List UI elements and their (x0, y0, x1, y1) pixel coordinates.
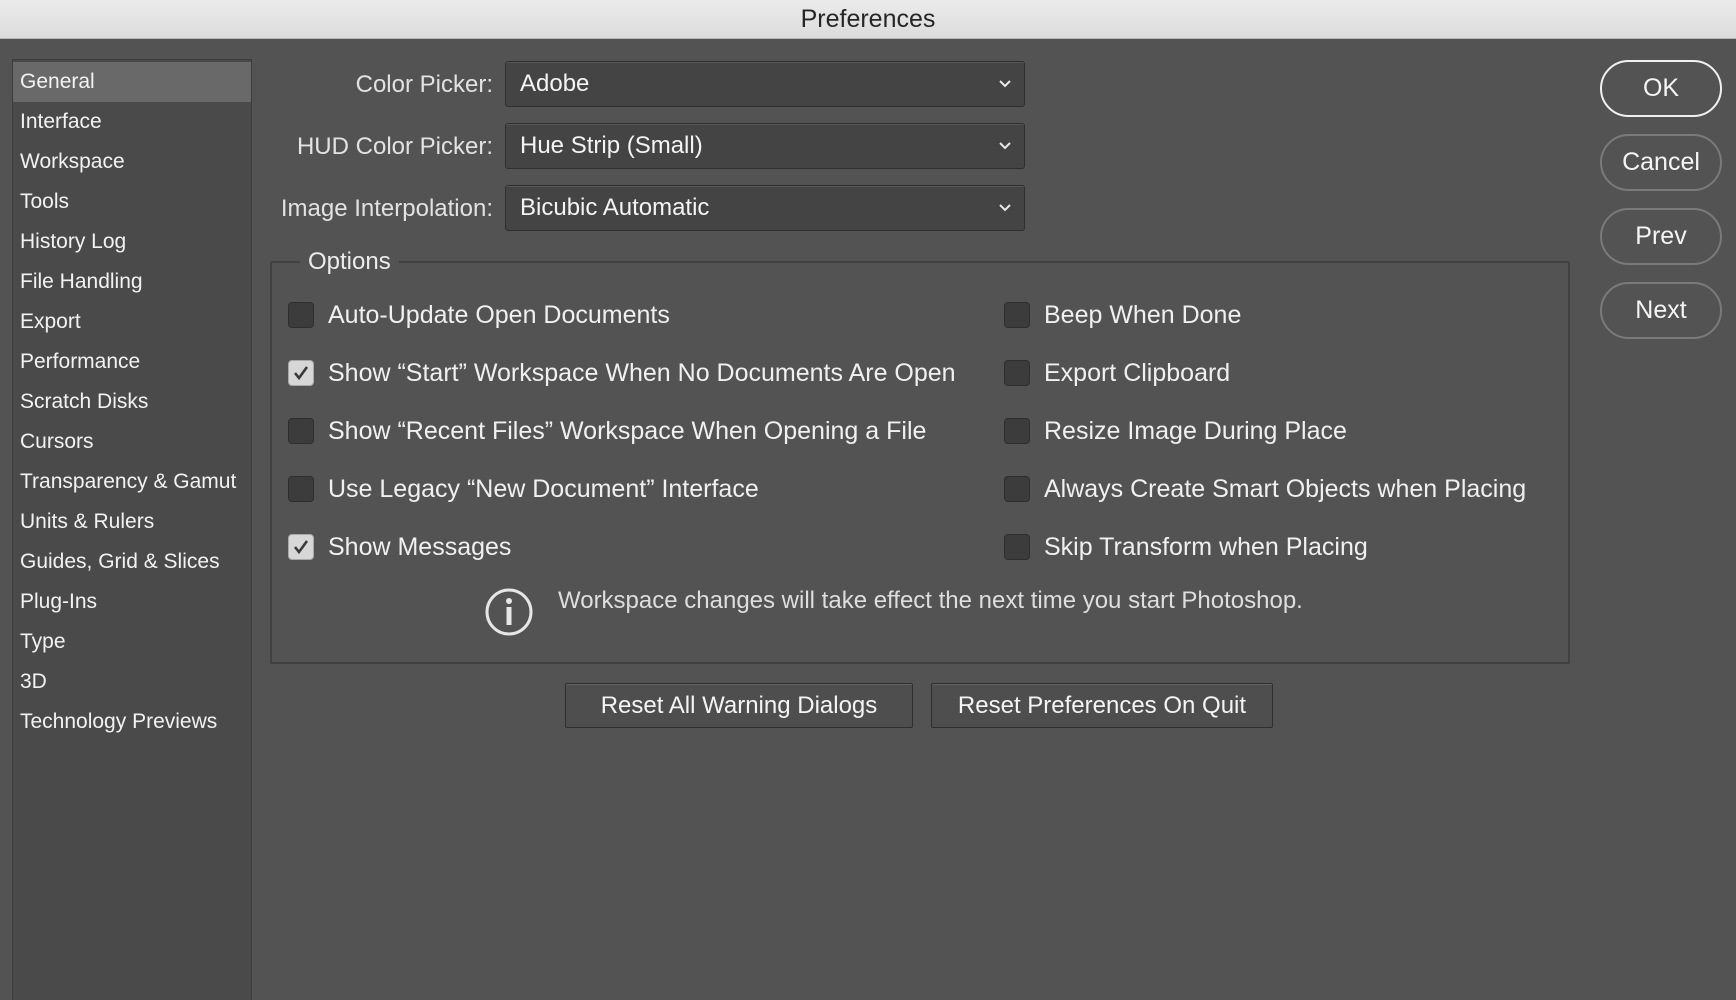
sidebar-item-history-log[interactable]: History Log (13, 222, 251, 262)
checkbox-label: Always Create Smart Objects when Placing (1044, 474, 1527, 503)
checkbox-unchecked[interactable] (288, 476, 314, 502)
checkbox-label: Use Legacy “New Document” Interface (328, 474, 759, 503)
info-circle-icon (485, 588, 533, 636)
use-legacy-new-document-checkbox[interactable]: Use Legacy “New Document” Interface (288, 469, 759, 509)
hud-color-picker-select[interactable]: Hue Strip (Small) (505, 123, 1025, 169)
sidebar-item-tools[interactable]: Tools (13, 182, 251, 222)
sidebar-item-performance[interactable]: Performance (13, 342, 251, 382)
chevron-down-icon (999, 80, 1011, 88)
beep-when-done-checkbox[interactable]: Beep When Done (1004, 295, 1241, 335)
chevron-down-icon (999, 204, 1011, 212)
sidebar-item-cursors[interactable]: Cursors (13, 422, 251, 462)
preferences-sidebar: General Interface Workspace Tools Histor… (12, 59, 252, 1000)
show-messages-checkbox[interactable]: Show Messages (288, 527, 511, 567)
checkbox-label: Show Messages (328, 532, 512, 561)
hud-color-picker-label: HUD Color Picker: (296, 133, 493, 160)
ok-button[interactable]: OK (1600, 60, 1722, 117)
reset-preferences-on-quit-button[interactable]: Reset Preferences On Quit (931, 683, 1273, 728)
checkbox-label: Show “Recent Files” Workspace When Openi… (328, 416, 927, 445)
sidebar-item-guides-grid-slices[interactable]: Guides, Grid & Slices (13, 542, 251, 582)
export-clipboard-checkbox[interactable]: Export Clipboard (1004, 353, 1230, 393)
checkbox-unchecked[interactable] (1004, 360, 1030, 386)
checkbox-label: Resize Image During Place (1044, 416, 1347, 445)
checkbox-label: Show “Start” Workspace When No Documents… (328, 358, 956, 387)
sidebar-item-technology-previews[interactable]: Technology Previews (13, 702, 251, 742)
sidebar-item-3d[interactable]: 3D (13, 662, 251, 702)
always-create-smart-objects-checkbox[interactable]: Always Create Smart Objects when Placing (1004, 469, 1526, 509)
checkmark-icon (293, 540, 309, 555)
checkbox-unchecked[interactable] (288, 418, 314, 444)
sidebar-item-export[interactable]: Export (13, 302, 251, 342)
options-title: Options (300, 246, 399, 278)
sidebar-item-units-rulers[interactable]: Units & Rulers (13, 502, 251, 542)
color-picker-value: Adobe (520, 70, 590, 97)
checkbox-unchecked[interactable] (1004, 418, 1030, 444)
sidebar-item-type[interactable]: Type (13, 622, 251, 662)
checkbox-unchecked[interactable] (1004, 302, 1030, 328)
sidebar-item-general[interactable]: General (13, 62, 251, 102)
checkbox-checked[interactable] (288, 360, 314, 386)
show-start-workspace-checkbox[interactable]: Show “Start” Workspace When No Documents… (288, 353, 956, 393)
window-title: Preferences (0, 0, 1736, 39)
chevron-down-icon (999, 142, 1011, 150)
checkmark-icon (293, 366, 309, 381)
resize-image-during-place-checkbox[interactable]: Resize Image During Place (1004, 411, 1347, 451)
checkbox-unchecked[interactable] (1004, 534, 1030, 560)
sidebar-item-transparency-gamut[interactable]: Transparency & Gamut (13, 462, 251, 502)
prev-button[interactable]: Prev (1600, 208, 1722, 265)
color-picker-select[interactable]: Adobe (505, 61, 1025, 107)
checkbox-label: Skip Transform when Placing (1044, 532, 1368, 561)
sidebar-item-interface[interactable]: Interface (13, 102, 251, 142)
show-recent-files-workspace-checkbox[interactable]: Show “Recent Files” Workspace When Openi… (288, 411, 926, 451)
sidebar-item-workspace[interactable]: Workspace (13, 142, 251, 182)
image-interpolation-value: Bicubic Automatic (520, 194, 710, 221)
checkbox-label: Export Clipboard (1044, 358, 1231, 387)
image-interpolation-label: Image Interpolation: (280, 195, 493, 222)
cancel-button[interactable]: Cancel (1600, 134, 1722, 191)
next-button[interactable]: Next (1600, 282, 1722, 339)
color-picker-label: Color Picker: (355, 71, 493, 98)
sidebar-item-plug-ins[interactable]: Plug-Ins (13, 582, 251, 622)
checkbox-unchecked[interactable] (288, 302, 314, 328)
workspace-info-text: Workspace changes will take effect the n… (558, 587, 1303, 614)
skip-transform-when-placing-checkbox[interactable]: Skip Transform when Placing (1004, 527, 1368, 567)
checkbox-label: Beep When Done (1044, 300, 1242, 329)
checkbox-label: Auto-Update Open Documents (328, 300, 670, 329)
auto-update-open-documents-checkbox[interactable]: Auto-Update Open Documents (288, 295, 670, 335)
image-interpolation-select[interactable]: Bicubic Automatic (505, 185, 1025, 231)
checkbox-unchecked[interactable] (1004, 476, 1030, 502)
checkbox-checked[interactable] (288, 534, 314, 560)
hud-color-picker-value: Hue Strip (Small) (520, 132, 703, 159)
sidebar-item-scratch-disks[interactable]: Scratch Disks (13, 382, 251, 422)
sidebar-item-file-handling[interactable]: File Handling (13, 262, 251, 302)
reset-all-warning-dialogs-button[interactable]: Reset All Warning Dialogs (565, 683, 913, 728)
